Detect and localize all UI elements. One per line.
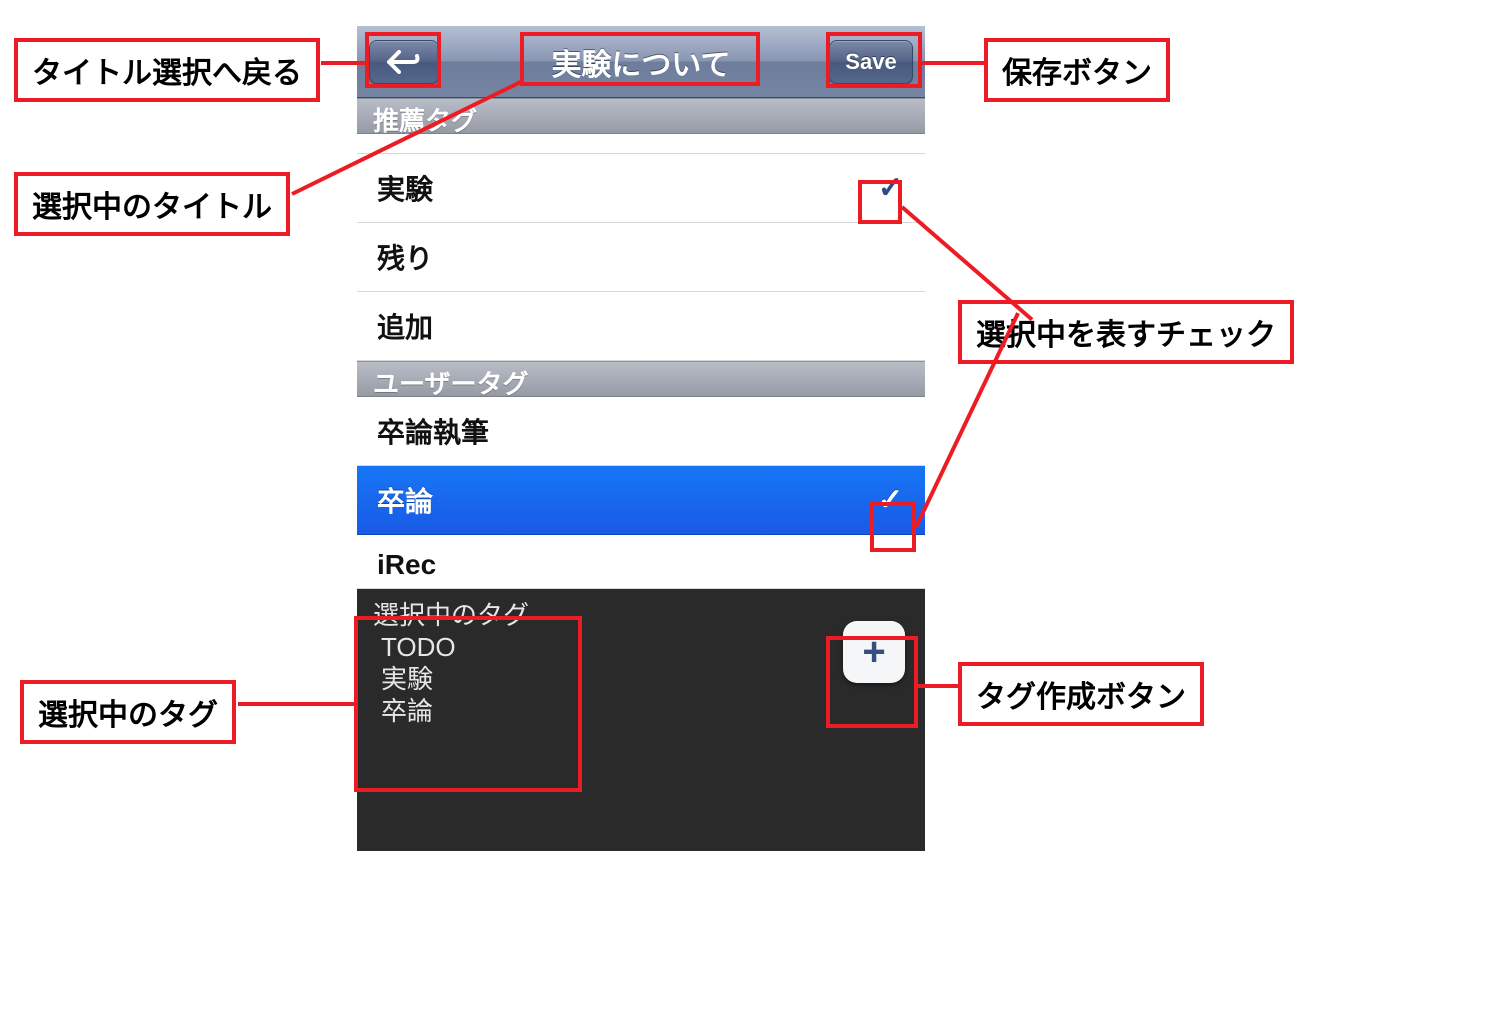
section-header-recommended: 推薦タグ bbox=[357, 98, 925, 134]
callout-save: 保存ボタン bbox=[984, 38, 1170, 102]
selected-tags-panel: 選択中のタグ TODO 実験 卒論 + bbox=[357, 589, 925, 851]
list-item[interactable] bbox=[357, 134, 925, 154]
connector bbox=[238, 702, 354, 706]
section-header-user: ユーザータグ bbox=[357, 361, 925, 397]
selected-tag: TODO bbox=[373, 631, 909, 663]
checkmark-icon: ✓ bbox=[878, 171, 903, 206]
checkmark-icon: ✓ bbox=[878, 483, 903, 518]
connector bbox=[922, 61, 984, 65]
list-item[interactable]: 卒論執筆 bbox=[357, 397, 925, 466]
callout-selpanel: 選択中のタグ bbox=[20, 680, 236, 744]
add-tag-button[interactable]: + bbox=[843, 621, 905, 683]
selected-tag: 卒論 bbox=[373, 695, 909, 727]
tag-label: 残り bbox=[377, 237, 433, 277]
callout-addbtn: タグ作成ボタン bbox=[958, 662, 1204, 726]
selected-tag: 実験 bbox=[373, 663, 909, 695]
selected-tags-title: 選択中のタグ bbox=[373, 599, 909, 631]
list-item[interactable]: iRec bbox=[357, 535, 925, 589]
tag-label: 卒論執筆 bbox=[377, 411, 489, 451]
navbar: 実験について Save bbox=[357, 26, 925, 98]
save-button[interactable]: Save bbox=[829, 40, 913, 84]
tag-label: 卒論 bbox=[377, 480, 433, 520]
callout-title: 選択中のタイトル bbox=[14, 172, 290, 236]
list-item[interactable]: 卒論 ✓ bbox=[357, 466, 925, 535]
back-arrow-icon bbox=[387, 50, 421, 74]
tag-label: 追加 bbox=[377, 306, 433, 346]
phone-screen: 実験について Save 推薦タグ 実験 ✓ 残り 追加 ユーザータグ 卒論執筆 … bbox=[357, 26, 925, 881]
plus-icon: + bbox=[862, 630, 885, 675]
list-item[interactable]: 残り bbox=[357, 223, 925, 292]
list-item[interactable]: 追加 bbox=[357, 292, 925, 361]
tag-label: iRec bbox=[377, 549, 436, 581]
connector bbox=[918, 684, 958, 688]
list-item[interactable]: 実験 ✓ bbox=[357, 154, 925, 223]
tag-label: 実験 bbox=[377, 168, 433, 208]
connector bbox=[321, 61, 365, 65]
page-title: 実験について bbox=[551, 40, 730, 84]
callout-back: タイトル選択へ戻る bbox=[14, 38, 320, 102]
back-button[interactable] bbox=[369, 40, 439, 84]
